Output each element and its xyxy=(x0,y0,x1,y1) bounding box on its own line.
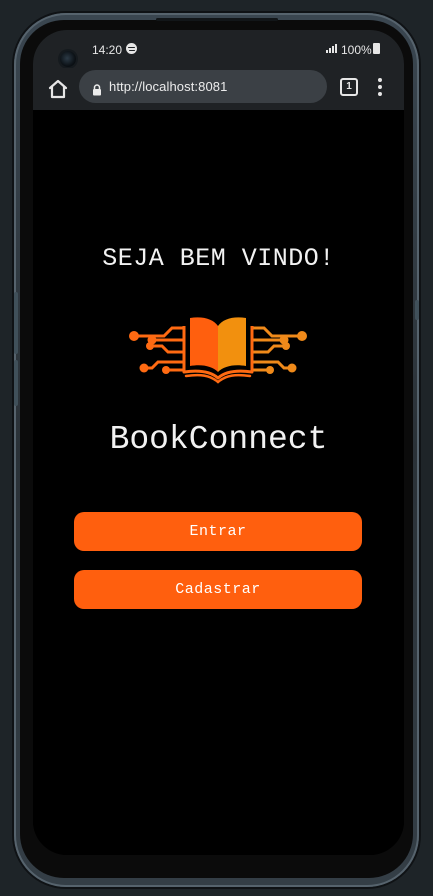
front-camera xyxy=(60,51,76,67)
register-button[interactable]: Cadastrar xyxy=(74,570,362,609)
side-button-power xyxy=(415,300,419,320)
signal-icon xyxy=(326,43,338,53)
battery-icon xyxy=(373,43,380,54)
lock-icon xyxy=(92,81,102,96)
menu-icon[interactable] xyxy=(377,78,383,96)
battery-percentage: 100% xyxy=(341,43,372,57)
spotify-icon xyxy=(126,43,137,54)
url-text: http://localhost:8081 xyxy=(109,79,228,94)
status-bar: 14:20 100% xyxy=(33,30,404,68)
welcome-title: SEJA BEM VINDO! xyxy=(102,244,335,273)
enter-button[interactable]: Entrar xyxy=(74,512,362,551)
tabs-button[interactable]: 1 xyxy=(340,78,358,96)
book-circuit-logo xyxy=(129,317,307,384)
status-time: 14:20 xyxy=(92,43,123,57)
app-name: BookConnect xyxy=(109,421,328,458)
browser-toolbar: http://localhost:8081 1 xyxy=(33,68,404,110)
side-button-volume-up xyxy=(14,292,18,354)
speaker-grille xyxy=(156,18,278,21)
side-button-volume-down xyxy=(14,360,18,406)
page-content: SEJA BEM VINDO! BookConnect Entrar Cadas… xyxy=(33,110,404,855)
home-icon[interactable] xyxy=(47,78,69,100)
address-bar[interactable]: http://localhost:8081 xyxy=(79,70,327,103)
phone-screen: 14:20 100% http://localhost:8081 1 SEJA … xyxy=(33,30,404,855)
